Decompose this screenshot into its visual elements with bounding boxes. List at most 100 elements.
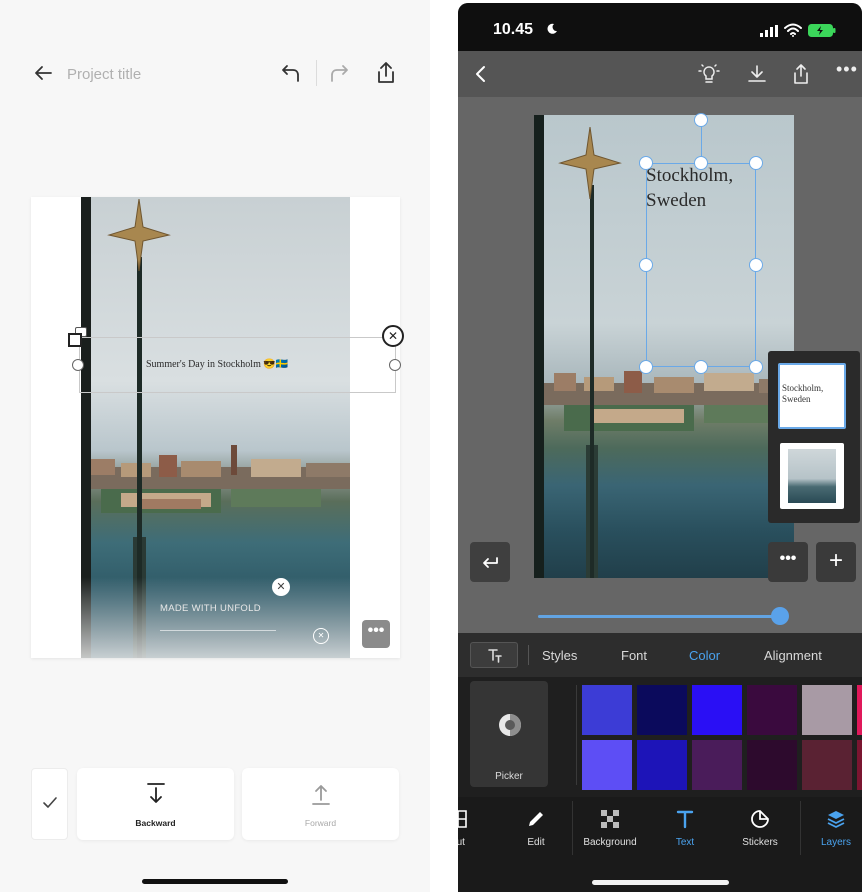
- color-swatch[interactable]: [637, 740, 687, 790]
- nav-layout-label: out: [458, 837, 465, 848]
- resize-handle-bottom[interactable]: [694, 360, 708, 374]
- story-canvas[interactable]: Summer's Day in Stockholm 😎🇸🇪: [31, 197, 400, 658]
- send-backward-icon: [147, 783, 165, 803]
- color-swatch[interactable]: [637, 685, 687, 735]
- color-swatch[interactable]: [692, 685, 742, 735]
- caption-text[interactable]: Summer's Day in Stockholm 😎🇸🇪: [146, 359, 288, 370]
- gold-star-icon: [107, 199, 171, 271]
- pencil-icon: [529, 812, 543, 826]
- layers-icon: [827, 811, 845, 828]
- more-menu-icon[interactable]: •••: [836, 59, 858, 80]
- resize-handle-left[interactable]: [72, 359, 84, 371]
- tab-alignment[interactable]: Alignment: [764, 648, 822, 663]
- resize-handle-right[interactable]: [389, 359, 401, 371]
- more-options-button[interactable]: •••: [768, 542, 808, 582]
- picker-label: Picker: [495, 771, 523, 782]
- layer-photo[interactable]: [780, 443, 844, 509]
- color-swatch[interactable]: [747, 685, 797, 735]
- share-icon[interactable]: [374, 60, 398, 86]
- resize-handle-bottom-left[interactable]: [639, 360, 653, 374]
- download-icon[interactable]: [746, 63, 768, 85]
- opacity-slider-track[interactable]: [538, 615, 781, 618]
- color-swatch[interactable]: [692, 740, 742, 790]
- nav-divider: [572, 801, 573, 855]
- right-screen: 10.45 ••• Stockholm, Sweden Stockholm, S…: [458, 3, 862, 892]
- clear-circle-icon[interactable]: ✕: [313, 628, 329, 644]
- resize-handle-top-right[interactable]: [749, 156, 763, 170]
- city-skyline-image: [81, 445, 350, 513]
- lightbulb-icon[interactable]: [698, 63, 720, 85]
- moon-icon: [547, 23, 557, 34]
- nav-text-label: Text: [675, 837, 695, 848]
- bring-forward-button[interactable]: Forward: [242, 768, 399, 840]
- spire-pole: [590, 185, 594, 578]
- swatch-divider: [576, 685, 577, 785]
- sticker-icon: [751, 810, 769, 828]
- bottom-fade: [31, 577, 400, 658]
- nav-divider: [800, 801, 801, 855]
- layers-panel: Stockholm, Sweden: [768, 351, 860, 523]
- back-arrow-icon[interactable]: [32, 62, 54, 84]
- status-time: 10.45: [493, 21, 534, 38]
- status-bar: 10.45: [458, 3, 862, 51]
- project-title[interactable]: Project title: [67, 66, 141, 83]
- resize-handle-square[interactable]: [68, 333, 82, 347]
- background-icon: [601, 810, 619, 828]
- resize-handle-left[interactable]: [639, 258, 653, 272]
- text-icon: [676, 810, 694, 829]
- opacity-slider-handle[interactable]: [771, 607, 789, 625]
- color-swatch[interactable]: [802, 740, 852, 790]
- resize-handle-right[interactable]: [749, 258, 763, 272]
- battery-charging-icon: [808, 24, 836, 37]
- backward-label: Backward: [135, 818, 176, 828]
- redo-icon[interactable]: [329, 62, 351, 84]
- color-swatch[interactable]: [747, 740, 797, 790]
- color-swatch[interactable]: [582, 685, 632, 735]
- layout-icon: [458, 810, 467, 828]
- rotate-handle[interactable]: [694, 113, 708, 127]
- bottom-toolbar: out Edit Background Text: [458, 797, 862, 892]
- color-picker-button[interactable]: Picker: [470, 681, 548, 787]
- remove-watermark-icon[interactable]: ✕: [272, 578, 290, 596]
- forward-label: Forward: [304, 818, 337, 828]
- tab-color[interactable]: Color: [689, 648, 720, 663]
- color-panel: Picker: [458, 677, 862, 797]
- delete-text-icon[interactable]: ✕: [382, 325, 404, 347]
- checkmark-icon: [43, 797, 57, 808]
- resize-handle-top-left[interactable]: [639, 156, 653, 170]
- layer-text[interactable]: Stockholm, Sweden: [778, 363, 846, 429]
- text-format-icon: [488, 649, 502, 663]
- tab-divider: [528, 645, 529, 665]
- undo-button[interactable]: [470, 542, 510, 582]
- nav-stickers-label: Stickers: [742, 837, 778, 848]
- more-options-button[interactable]: •••: [362, 620, 390, 648]
- add-layer-button[interactable]: +: [816, 542, 856, 582]
- window-frame-edge: [534, 115, 544, 578]
- wifi-icon: [784, 23, 802, 37]
- send-backward-button[interactable]: Backward: [77, 768, 234, 840]
- left-screen: Project title Summer's Day in Stockholm …: [0, 0, 430, 892]
- nav-layers-label: Layers: [820, 837, 851, 848]
- watermark-text: MADE WITH UNFOLD: [160, 603, 261, 614]
- gold-star-icon: [558, 127, 622, 199]
- color-swatch[interactable]: [857, 740, 862, 790]
- resize-handle-top[interactable]: [694, 156, 708, 170]
- city-skyline-image: [534, 371, 794, 431]
- home-indicator[interactable]: [142, 879, 288, 884]
- text-selection-box[interactable]: [646, 163, 756, 367]
- undo-icon[interactable]: [279, 62, 301, 84]
- resize-handle-bottom-right[interactable]: [749, 360, 763, 374]
- home-indicator[interactable]: [592, 880, 729, 885]
- color-swatch[interactable]: [582, 740, 632, 790]
- watermark-underline: [160, 630, 276, 631]
- bring-forward-icon: [312, 785, 330, 805]
- back-chevron-icon[interactable]: [470, 63, 492, 85]
- share-icon[interactable]: [790, 63, 812, 85]
- confirm-button[interactable]: [31, 768, 68, 840]
- tab-font[interactable]: Font: [621, 648, 647, 663]
- color-swatch[interactable]: [857, 685, 862, 735]
- cellular-signal-icon: [760, 25, 778, 37]
- color-swatch[interactable]: [802, 685, 852, 735]
- tab-styles[interactable]: Styles: [542, 648, 577, 663]
- text-style-toggle[interactable]: [470, 642, 518, 668]
